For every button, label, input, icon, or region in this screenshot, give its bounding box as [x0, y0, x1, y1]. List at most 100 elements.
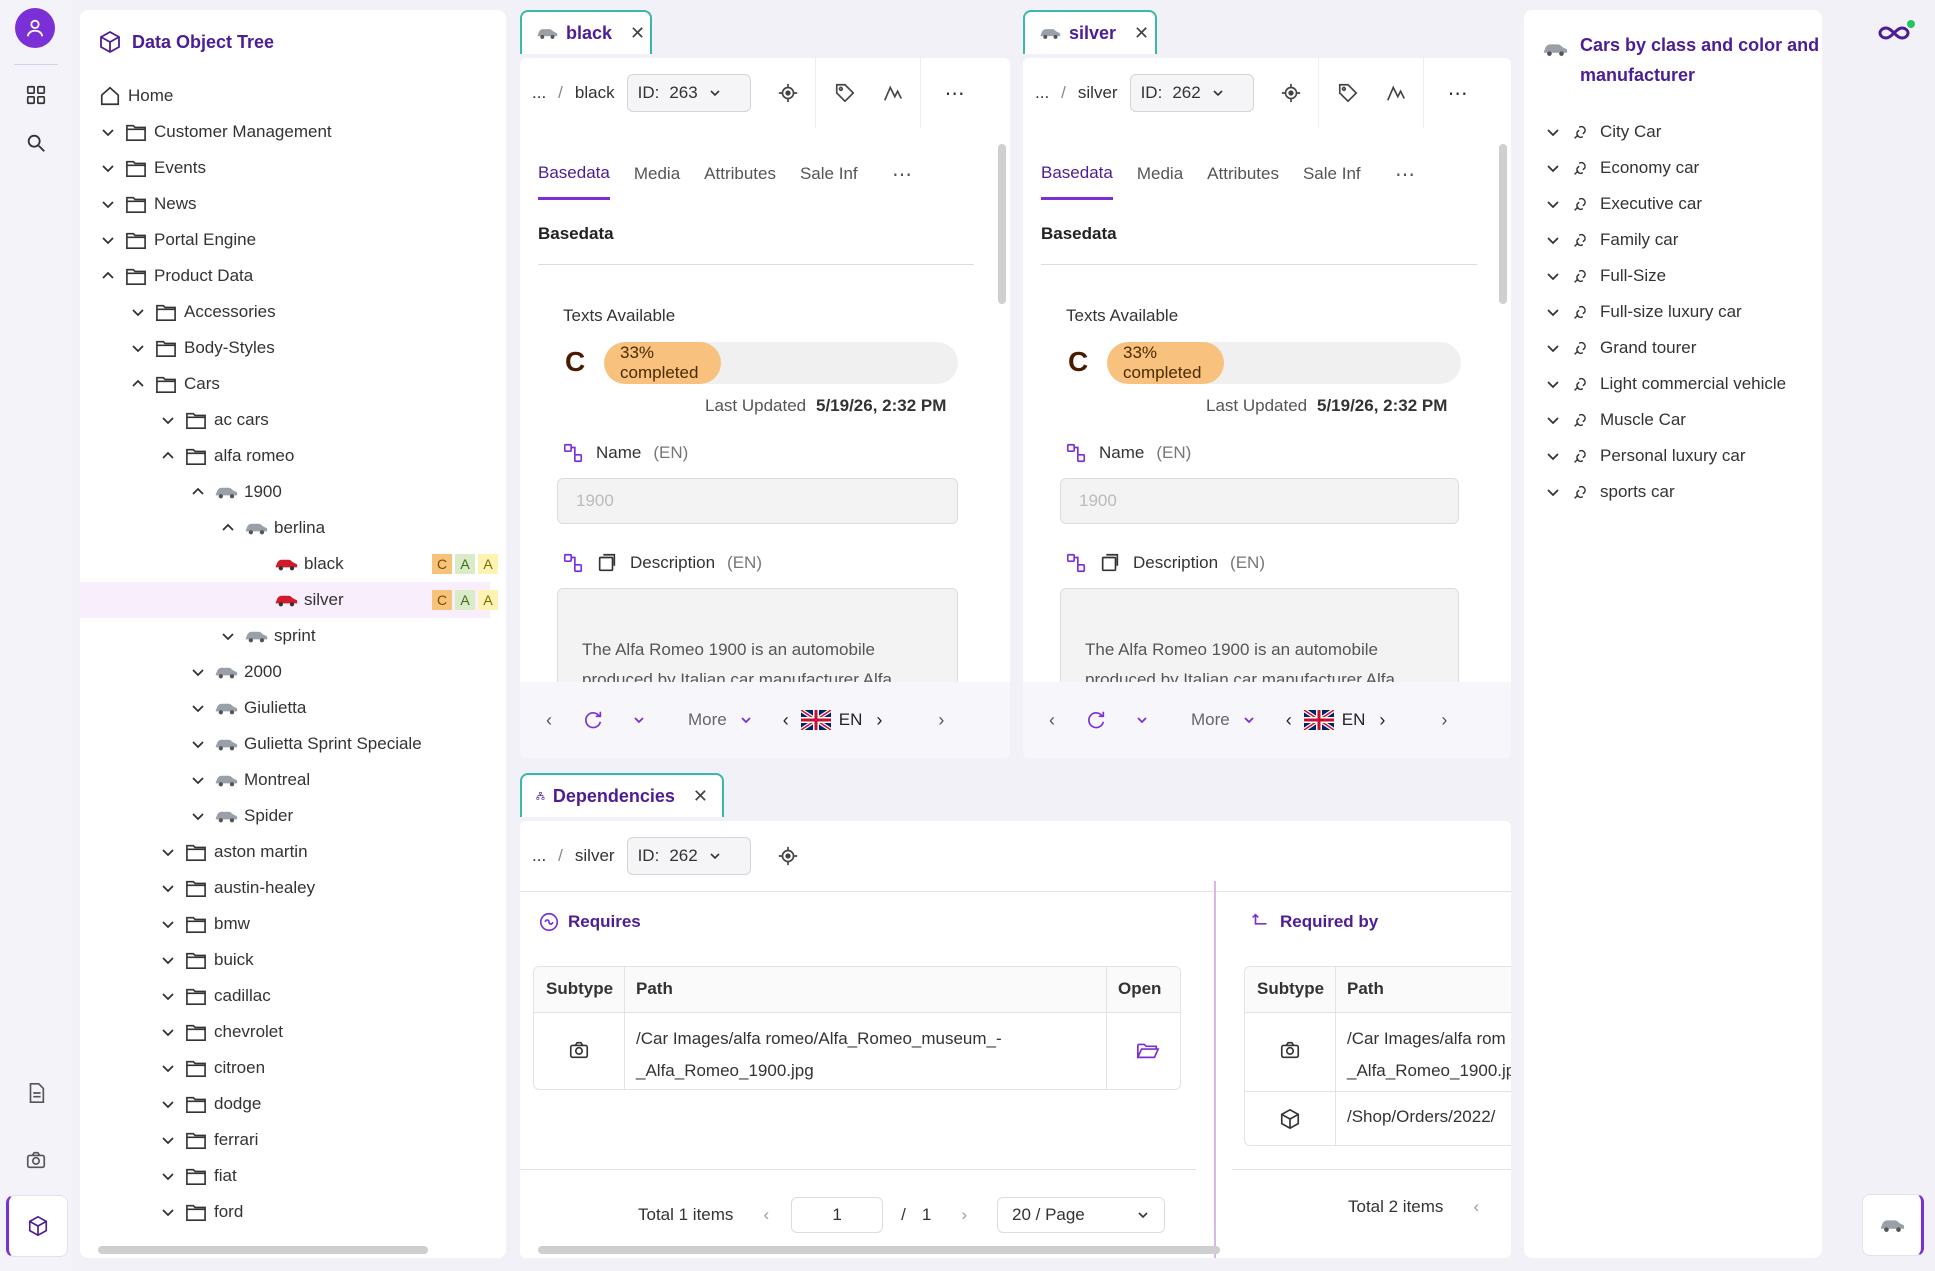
reload-icon[interactable] [1085, 709, 1107, 731]
chevron-down-icon[interactable] [158, 1166, 178, 1186]
open-objects-button[interactable] [1862, 1194, 1924, 1256]
tree-item[interactable]: bmw [80, 906, 490, 942]
tree-item[interactable]: Portal Engine [80, 222, 490, 258]
tab-basedata[interactable]: Basedata [1041, 149, 1113, 200]
chevron-down-icon[interactable] [98, 194, 118, 214]
tree-item[interactable]: fiat [80, 1158, 490, 1194]
chevron-down-icon[interactable] [1546, 341, 1560, 355]
chevron-down-icon[interactable] [188, 806, 208, 826]
classification-item[interactable]: Economy car [1546, 150, 1786, 186]
tab-attributes[interactable]: Attributes [704, 150, 776, 198]
chevron-down-icon[interactable] [158, 1202, 178, 1222]
breadcrumb-ellipsis[interactable]: ... [532, 83, 546, 103]
breadcrumb-ellipsis[interactable]: ... [532, 846, 546, 866]
tree-item[interactable]: citroen [80, 1050, 490, 1086]
tree-horizontal-scrollbar[interactable] [98, 1246, 428, 1254]
dependencies-tab[interactable]: Dependencies ✕ [520, 773, 724, 817]
chevron-down-icon[interactable] [1546, 233, 1560, 247]
chevron-down-icon[interactable] [158, 1130, 178, 1150]
workflow-icon[interactable] [882, 82, 904, 104]
id-selector[interactable]: ID: 263 [626, 74, 751, 112]
tree-item[interactable]: Accessories [80, 294, 490, 330]
tree-item[interactable]: berlina [80, 510, 490, 546]
chevron-down-icon[interactable] [98, 158, 118, 178]
tree-item[interactable]: Body-Styles [80, 330, 490, 366]
tree-item[interactable]: ferrari [80, 1122, 490, 1158]
classification-item[interactable]: Full-Size [1546, 258, 1786, 294]
user-avatar[interactable] [15, 8, 55, 48]
tab-basedata[interactable]: Basedata [538, 149, 610, 200]
tree-item[interactable]: ac cars [80, 402, 490, 438]
chevron-down-icon[interactable] [98, 122, 118, 142]
tree-item[interactable]: Gulietta Sprint Speciale [80, 726, 490, 762]
classification-item[interactable]: Muscle Car [1546, 402, 1786, 438]
chevron-down-icon[interactable] [1546, 161, 1560, 175]
tree-item[interactable]: Product Data [80, 258, 490, 294]
tree-item[interactable]: alfa romeo [80, 438, 490, 474]
tabs-more-icon[interactable]: ⋯ [892, 148, 912, 201]
editor-tab-silver[interactable]: silver ✕ [1023, 10, 1157, 54]
locate-icon[interactable] [777, 82, 799, 104]
prev-page-icon[interactable]: ‹ [1473, 1197, 1479, 1217]
chevron-down-icon[interactable] [1546, 125, 1560, 139]
chevron-down-icon[interactable] [158, 986, 178, 1006]
prev-page-icon[interactable]: ‹ [763, 1205, 769, 1225]
tree-item[interactable]: 2000 [80, 654, 490, 690]
editor-tab-black[interactable]: black ✕ [520, 10, 652, 54]
dependencies-horizontal-scrollbar[interactable] [538, 1246, 1220, 1254]
chevron-down-icon[interactable] [158, 1094, 178, 1114]
chevron-down-icon[interactable] [1546, 269, 1560, 283]
previous-icon[interactable]: ‹ [546, 710, 552, 731]
next-icon[interactable]: › [1441, 710, 1447, 731]
tag-icon[interactable] [834, 82, 856, 104]
editor-scrollbar[interactable] [1499, 144, 1507, 304]
language-code[interactable]: EN [839, 710, 863, 730]
tree-item[interactable]: ford [80, 1194, 490, 1230]
tag-icon[interactable] [1337, 82, 1359, 104]
reload-icon[interactable] [582, 709, 604, 731]
chevron-down-icon[interactable] [98, 230, 118, 250]
chevron-down-icon[interactable] [1546, 413, 1560, 427]
more-options-icon[interactable]: ⋯ [1448, 81, 1468, 106]
close-icon[interactable]: ✕ [630, 23, 645, 44]
next-language-icon[interactable]: › [1379, 710, 1385, 731]
tree-item[interactable]: Spider [80, 798, 490, 834]
tab-media[interactable]: Media [1137, 150, 1183, 198]
chevron-down-icon[interactable] [1546, 197, 1560, 211]
prev-language-icon[interactable]: ‹ [783, 710, 789, 731]
chevron-up-icon[interactable] [128, 374, 148, 394]
chevron-down-icon[interactable] [218, 626, 238, 646]
language-code[interactable]: EN [1342, 710, 1366, 730]
more-options-icon[interactable]: ⋯ [945, 81, 965, 106]
tree-item[interactable]: austin-healey [80, 870, 490, 906]
split-divider[interactable] [1214, 881, 1216, 1258]
chevron-down-icon[interactable] [158, 410, 178, 430]
previous-icon[interactable]: ‹ [1049, 710, 1055, 731]
tab-sale-info[interactable]: Sale Inf [800, 150, 860, 198]
tree-item[interactable]: buick [80, 942, 490, 978]
locate-icon[interactable] [777, 845, 799, 867]
chevron-down-icon[interactable] [1546, 449, 1560, 463]
tree-item[interactable]: News [80, 186, 490, 222]
classification-item[interactable]: Personal luxury car [1546, 438, 1786, 474]
tree-item[interactable]: Cars [80, 366, 490, 402]
tree-item[interactable]: 1900 [80, 474, 490, 510]
chevron-up-icon[interactable] [98, 266, 118, 286]
tab-media[interactable]: Media [634, 150, 680, 198]
tree-item[interactable]: Giulietta [80, 690, 490, 726]
tree-item[interactable]: Events [80, 150, 490, 186]
classification-item[interactable]: Family car [1546, 222, 1786, 258]
chevron-down-icon[interactable] [1546, 305, 1560, 319]
editor-scrollbar[interactable] [998, 144, 1006, 304]
classification-item[interactable]: Grand tourer [1546, 330, 1786, 366]
open-folder-icon[interactable] [1136, 1039, 1160, 1061]
assets-button[interactable] [16, 1140, 56, 1180]
chevron-down-icon[interactable] [158, 950, 178, 970]
chevron-down-icon[interactable] [188, 698, 208, 718]
chevron-down-icon[interactable] [188, 770, 208, 790]
next-page-icon[interactable]: › [961, 1205, 967, 1225]
tab-sale-info[interactable]: Sale Inf [1303, 150, 1363, 198]
more-button[interactable]: More [1191, 710, 1230, 730]
name-input[interactable]: 1900 [1060, 478, 1459, 524]
classification-item[interactable]: sports car [1546, 474, 1786, 510]
